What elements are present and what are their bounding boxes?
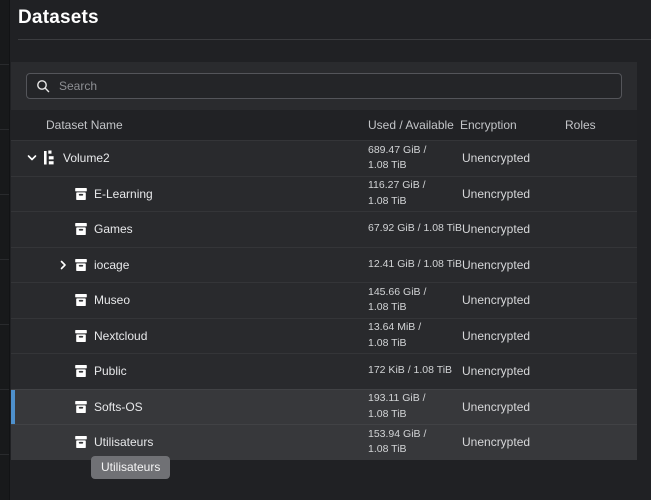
used-available-value: 172 KiB / 1.08 TiB bbox=[368, 363, 460, 379]
datasets-page: Datasets Dataset Name Used / Available E… bbox=[10, 0, 651, 500]
dataset-name-cell: E-Learning bbox=[11, 186, 368, 202]
dataset-icon bbox=[73, 292, 89, 308]
chevron-down-icon[interactable] bbox=[22, 150, 42, 166]
encryption-value: Unencrypted bbox=[460, 258, 554, 272]
dataset-name-cell: Softs-OS bbox=[11, 399, 368, 415]
encryption-value: Unencrypted bbox=[460, 222, 554, 236]
used-available-value: 689.47 GiB / 1.08 TiB bbox=[368, 143, 460, 175]
dataset-name-cell: Nextcloud bbox=[11, 328, 368, 344]
table-row[interactable]: Volume2 689.47 GiB / 1.08 TiB Unencrypte… bbox=[11, 140, 637, 176]
dataset-icon bbox=[73, 434, 89, 450]
dataset-icon bbox=[73, 399, 89, 415]
used-available-value: 193.11 GiB / 1.08 TiB bbox=[368, 391, 460, 423]
dataset-name: Games bbox=[94, 222, 133, 236]
table-row[interactable]: E-Learning 116.27 GiB / 1.08 TiB Unencry… bbox=[11, 176, 637, 212]
dataset-icon bbox=[73, 221, 89, 237]
search-input[interactable] bbox=[26, 73, 622, 99]
used-available-value: 153.94 GiB / 1.08 TiB bbox=[368, 427, 460, 459]
expander-placeholder bbox=[53, 434, 73, 450]
table-row[interactable]: iocage 12.41 GiB / 1.08 TiB Unencrypted bbox=[11, 247, 637, 283]
encryption-value: Unencrypted bbox=[460, 400, 554, 414]
search-bar bbox=[11, 62, 637, 110]
collapsed-panel-edge bbox=[0, 0, 10, 500]
column-header-used-available: Used / Available bbox=[368, 118, 460, 132]
used-available-value: 116.27 GiB / 1.08 TiB bbox=[368, 178, 460, 210]
expander-placeholder bbox=[53, 328, 73, 344]
encryption-value: Unencrypted bbox=[460, 435, 554, 449]
table-header: Dataset Name Used / Available Encryption… bbox=[11, 110, 637, 140]
expander-placeholder bbox=[53, 292, 73, 308]
table-row[interactable]: Utilisateurs 153.94 GiB / 1.08 TiB Unenc… bbox=[11, 424, 637, 460]
encryption-value: Unencrypted bbox=[460, 364, 554, 378]
title-divider bbox=[18, 39, 651, 40]
page-title: Datasets bbox=[18, 7, 99, 29]
table-body: Volume2 689.47 GiB / 1.08 TiB Unencrypte… bbox=[11, 140, 637, 460]
expander-placeholder bbox=[53, 186, 73, 202]
used-available-value: 145.66 GiB / 1.08 TiB bbox=[368, 285, 460, 317]
column-header-dataset-name: Dataset Name bbox=[11, 118, 368, 132]
dataset-name-cell: Games bbox=[11, 221, 368, 237]
dataset-icon bbox=[73, 186, 89, 202]
dataset-name-cell: Public bbox=[11, 363, 368, 379]
dataset-name-cell: Volume2 bbox=[11, 150, 368, 166]
dataset-name: Museo bbox=[94, 293, 130, 307]
dataset-name: E-Learning bbox=[94, 187, 153, 201]
table-row[interactable]: Softs-OS 193.11 GiB / 1.08 TiB Unencrypt… bbox=[11, 389, 637, 425]
expander-placeholder bbox=[53, 363, 73, 379]
chevron-right-icon[interactable] bbox=[53, 257, 73, 273]
expander-placeholder bbox=[53, 221, 73, 237]
dataset-name-cell: Museo bbox=[11, 292, 368, 308]
table-row[interactable]: Games 67.92 GiB / 1.08 TiB Unencrypted bbox=[11, 211, 637, 247]
search-icon bbox=[36, 79, 50, 93]
search-field[interactable] bbox=[59, 79, 612, 93]
dataset-name-cell: Utilisateurs bbox=[11, 434, 368, 450]
dataset-name-tooltip: Utilisateurs bbox=[91, 456, 170, 479]
dataset-tree-icon bbox=[42, 150, 58, 166]
datasets-card: Dataset Name Used / Available Encryption… bbox=[11, 62, 637, 460]
dataset-icon bbox=[73, 328, 89, 344]
used-available-value: 67.92 GiB / 1.08 TiB bbox=[368, 221, 460, 237]
table-row[interactable]: Public 172 KiB / 1.08 TiB Unencrypted bbox=[11, 353, 637, 389]
used-available-value: 12.41 GiB / 1.08 TiB bbox=[368, 257, 460, 273]
dataset-name-cell: iocage bbox=[11, 257, 368, 273]
dataset-icon bbox=[73, 363, 89, 379]
encryption-value: Unencrypted bbox=[460, 329, 554, 343]
dataset-name: Softs-OS bbox=[94, 400, 143, 414]
dataset-name: Volume2 bbox=[63, 151, 110, 165]
selection-indicator bbox=[11, 390, 15, 425]
encryption-value: Unencrypted bbox=[460, 187, 554, 201]
dataset-name: Utilisateurs bbox=[94, 435, 153, 449]
used-available-value: 13.64 MiB / 1.08 TiB bbox=[368, 320, 460, 352]
dataset-name: Public bbox=[94, 364, 127, 378]
encryption-value: Unencrypted bbox=[460, 151, 554, 165]
dataset-name: iocage bbox=[94, 258, 129, 272]
encryption-value: Unencrypted bbox=[460, 293, 554, 307]
expander-placeholder bbox=[53, 399, 73, 415]
table-row[interactable]: Nextcloud 13.64 MiB / 1.08 TiB Unencrypt… bbox=[11, 318, 637, 354]
dataset-icon bbox=[73, 257, 89, 273]
column-header-roles: Roles bbox=[554, 118, 637, 132]
column-header-encryption: Encryption bbox=[460, 118, 554, 132]
table-row[interactable]: Museo 145.66 GiB / 1.08 TiB Unencrypted bbox=[11, 282, 637, 318]
dataset-name: Nextcloud bbox=[94, 329, 147, 343]
